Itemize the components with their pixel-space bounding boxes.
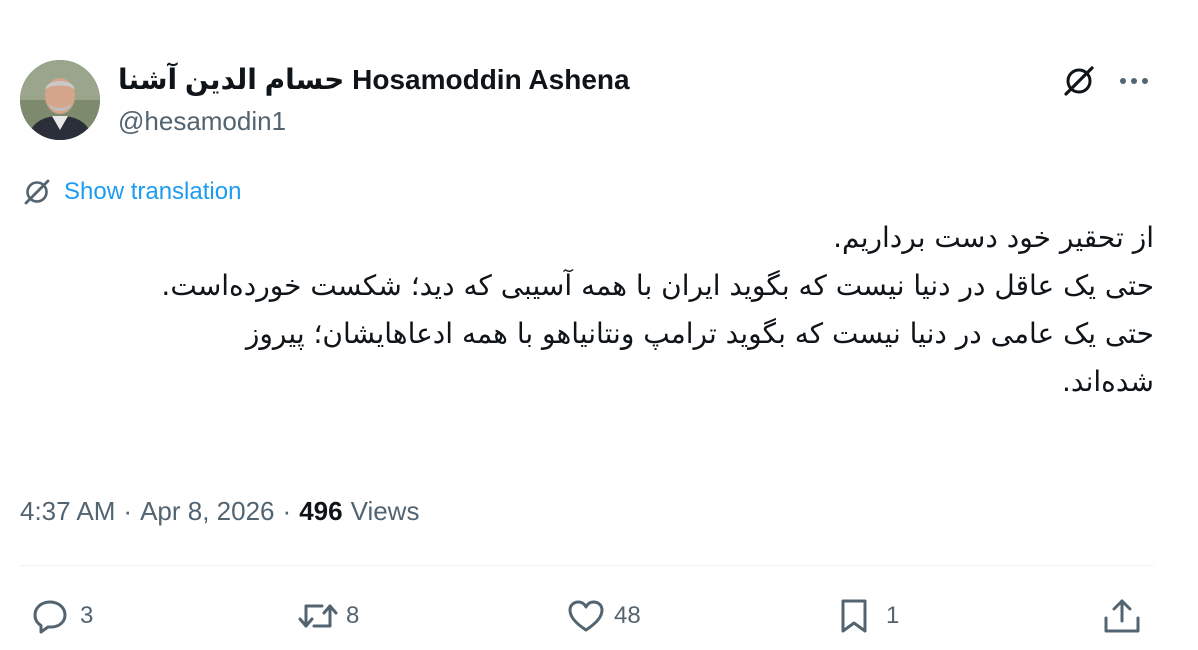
show-translation-link[interactable]: Show translation <box>20 174 241 210</box>
more-options-button[interactable] <box>1114 64 1154 98</box>
views-label: Views <box>350 495 420 526</box>
views-count: 496 <box>299 495 343 526</box>
bookmark-button[interactable]: 1 <box>834 594 899 638</box>
repost-button[interactable]: 8 <box>296 594 359 638</box>
author-display-name[interactable]: حسام الدين آشنا Hosamoddin Ashena <box>118 60 678 100</box>
tweet-time[interactable]: 4:37 AM <box>20 496 115 527</box>
tweet-date[interactable]: Apr 8, 2026 <box>140 496 274 527</box>
more-horizontal-icon <box>1120 78 1148 84</box>
reply-count: 3 <box>80 602 94 629</box>
bookmark-count: 1 <box>886 602 900 629</box>
profile-photo <box>20 60 100 140</box>
reply-button[interactable]: 3 <box>30 594 93 638</box>
share-icon <box>1100 596 1144 636</box>
tweet-line: از تحقیر خود دست برداریم. <box>833 221 1154 254</box>
tweet-line: حتی یک عاقل در دنیا نیست که بگوید ایران … <box>161 269 1154 302</box>
tweet-text: از تحقیر خود دست برداریم. حتی یک عاقل در… <box>160 214 1154 406</box>
show-translation-label: Show translation <box>64 178 242 205</box>
bookmark-icon <box>834 596 874 636</box>
grok-icon <box>1064 66 1094 96</box>
repost-icon <box>296 596 340 636</box>
meta-separator: · <box>123 495 133 526</box>
reply-icon <box>30 596 70 636</box>
share-button[interactable] <box>1100 594 1144 638</box>
tweet-meta: 4:37 AM · Apr 8, 2026 · 496 Views <box>20 490 419 532</box>
author-handle[interactable]: @hesamodin1 <box>118 103 286 139</box>
tweet-line: حتی یک عامی در دنیا نیست که بگوید ترامپ … <box>245 317 1154 398</box>
grok-translate-icon <box>20 175 54 209</box>
avatar[interactable] <box>20 60 100 140</box>
heart-icon <box>566 596 606 636</box>
divider <box>20 565 1154 566</box>
like-button[interactable]: 48 <box>566 594 641 638</box>
meta-separator: · <box>282 495 292 526</box>
like-count: 48 <box>614 602 641 629</box>
repost-count: 8 <box>346 602 360 629</box>
grok-button[interactable] <box>1060 64 1098 98</box>
